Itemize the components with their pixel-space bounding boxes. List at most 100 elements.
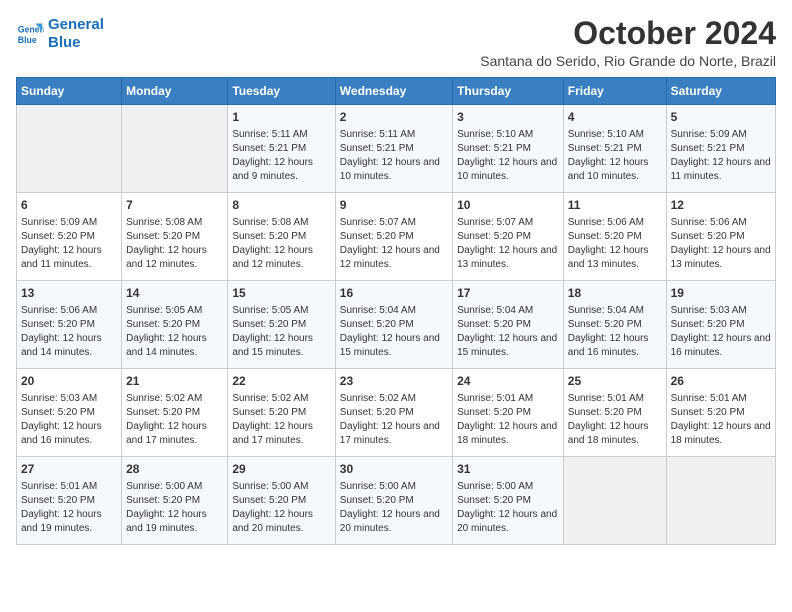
- daylight: Daylight: 12 hours and 12 minutes.: [340, 245, 440, 270]
- calendar-cell: 31 Sunrise: 5:00 AM Sunset: 5:20 PM Dayl…: [453, 457, 564, 545]
- sunrise: Sunrise: 5:02 AM: [340, 393, 416, 404]
- day-number: 30: [340, 461, 448, 478]
- sunset: Sunset: 5:20 PM: [232, 495, 306, 506]
- sunrise: Sunrise: 5:03 AM: [21, 393, 97, 404]
- sunset: Sunset: 5:20 PM: [671, 319, 745, 330]
- header-saturday: Saturday: [666, 78, 775, 105]
- calendar-cell: 12 Sunrise: 5:06 AM Sunset: 5:20 PM Dayl…: [666, 193, 775, 281]
- calendar-cell: [666, 457, 775, 545]
- sunset: Sunset: 5:21 PM: [457, 143, 531, 154]
- sunrise: Sunrise: 5:00 AM: [340, 481, 416, 492]
- sunrise: Sunrise: 5:11 AM: [232, 129, 307, 140]
- calendar-cell: 17 Sunrise: 5:04 AM Sunset: 5:20 PM Dayl…: [453, 281, 564, 369]
- sunrise: Sunrise: 5:00 AM: [126, 481, 202, 492]
- calendar-cell: 24 Sunrise: 5:01 AM Sunset: 5:20 PM Dayl…: [453, 369, 564, 457]
- sunset: Sunset: 5:20 PM: [671, 407, 745, 418]
- day-number: 19: [671, 285, 771, 302]
- calendar-cell: 21 Sunrise: 5:02 AM Sunset: 5:20 PM Dayl…: [122, 369, 228, 457]
- day-number: 16: [340, 285, 448, 302]
- calendar-cell: 13 Sunrise: 5:06 AM Sunset: 5:20 PM Dayl…: [17, 281, 122, 369]
- day-number: 31: [457, 461, 559, 478]
- calendar-cell: 9 Sunrise: 5:07 AM Sunset: 5:20 PM Dayli…: [335, 193, 452, 281]
- sunset: Sunset: 5:20 PM: [232, 319, 306, 330]
- calendar-cell: 18 Sunrise: 5:04 AM Sunset: 5:20 PM Dayl…: [563, 281, 666, 369]
- week-row-2: 6 Sunrise: 5:09 AM Sunset: 5:20 PM Dayli…: [17, 193, 776, 281]
- weekday-header-row: SundayMondayTuesdayWednesdayThursdayFrid…: [17, 78, 776, 105]
- sunset: Sunset: 5:20 PM: [457, 319, 531, 330]
- calendar-cell: 7 Sunrise: 5:08 AM Sunset: 5:20 PM Dayli…: [122, 193, 228, 281]
- calendar-cell: 20 Sunrise: 5:03 AM Sunset: 5:20 PM Dayl…: [17, 369, 122, 457]
- sunrise: Sunrise: 5:05 AM: [232, 305, 308, 316]
- header-friday: Friday: [563, 78, 666, 105]
- header-thursday: Thursday: [453, 78, 564, 105]
- sunrise: Sunrise: 5:01 AM: [671, 393, 747, 404]
- sunrise: Sunrise: 5:02 AM: [232, 393, 308, 404]
- sunset: Sunset: 5:20 PM: [568, 231, 642, 242]
- daylight: Daylight: 12 hours and 18 minutes.: [568, 421, 649, 446]
- day-number: 26: [671, 373, 771, 390]
- sunrise: Sunrise: 5:04 AM: [457, 305, 533, 316]
- daylight: Daylight: 12 hours and 13 minutes.: [457, 245, 557, 270]
- day-number: 9: [340, 197, 448, 214]
- daylight: Daylight: 12 hours and 12 minutes.: [126, 245, 207, 270]
- sunset: Sunset: 5:20 PM: [232, 231, 306, 242]
- day-number: 14: [126, 285, 223, 302]
- day-number: 13: [21, 285, 117, 302]
- week-row-1: 1 Sunrise: 5:11 AM Sunset: 5:21 PM Dayli…: [17, 105, 776, 193]
- sunrise: Sunrise: 5:08 AM: [126, 217, 202, 228]
- sunset: Sunset: 5:20 PM: [568, 407, 642, 418]
- sunrise: Sunrise: 5:09 AM: [671, 129, 747, 140]
- sunrise: Sunrise: 5:01 AM: [457, 393, 533, 404]
- daylight: Daylight: 12 hours and 18 minutes.: [671, 421, 771, 446]
- day-number: 11: [568, 197, 662, 214]
- sunrise: Sunrise: 5:07 AM: [457, 217, 533, 228]
- daylight: Daylight: 12 hours and 16 minutes.: [671, 333, 771, 358]
- header-wednesday: Wednesday: [335, 78, 452, 105]
- sunset: Sunset: 5:21 PM: [340, 143, 414, 154]
- daylight: Daylight: 12 hours and 20 minutes.: [340, 509, 440, 534]
- calendar-cell: 4 Sunrise: 5:10 AM Sunset: 5:21 PM Dayli…: [563, 105, 666, 193]
- sunset: Sunset: 5:20 PM: [340, 407, 414, 418]
- sunrise: Sunrise: 5:05 AM: [126, 305, 202, 316]
- sunrise: Sunrise: 5:00 AM: [232, 481, 308, 492]
- sunset: Sunset: 5:20 PM: [126, 231, 200, 242]
- main-title: October 2024: [480, 16, 776, 51]
- day-number: 6: [21, 197, 117, 214]
- logo-icon: General Blue: [16, 20, 44, 48]
- sunset: Sunset: 5:21 PM: [671, 143, 745, 154]
- sunset: Sunset: 5:20 PM: [21, 495, 95, 506]
- calendar-cell: 22 Sunrise: 5:02 AM Sunset: 5:20 PM Dayl…: [228, 369, 335, 457]
- day-number: 15: [232, 285, 330, 302]
- calendar-cell: 8 Sunrise: 5:08 AM Sunset: 5:20 PM Dayli…: [228, 193, 335, 281]
- logo-text: General Blue: [48, 16, 104, 52]
- day-number: 20: [21, 373, 117, 390]
- daylight: Daylight: 12 hours and 17 minutes.: [232, 421, 313, 446]
- sunrise: Sunrise: 5:06 AM: [21, 305, 97, 316]
- daylight: Daylight: 12 hours and 17 minutes.: [340, 421, 440, 446]
- calendar-cell: [563, 457, 666, 545]
- daylight: Daylight: 12 hours and 15 minutes.: [232, 333, 313, 358]
- calendar-cell: 23 Sunrise: 5:02 AM Sunset: 5:20 PM Dayl…: [335, 369, 452, 457]
- sunrise: Sunrise: 5:11 AM: [340, 129, 415, 140]
- sunrise: Sunrise: 5:06 AM: [671, 217, 747, 228]
- daylight: Daylight: 12 hours and 10 minutes.: [340, 157, 440, 182]
- sunset: Sunset: 5:20 PM: [671, 231, 745, 242]
- header-sunday: Sunday: [17, 78, 122, 105]
- sunrise: Sunrise: 5:07 AM: [340, 217, 416, 228]
- day-number: 17: [457, 285, 559, 302]
- day-number: 25: [568, 373, 662, 390]
- sunset: Sunset: 5:20 PM: [340, 231, 414, 242]
- sunrise: Sunrise: 5:03 AM: [671, 305, 747, 316]
- daylight: Daylight: 12 hours and 20 minutes.: [457, 509, 557, 534]
- week-row-3: 13 Sunrise: 5:06 AM Sunset: 5:20 PM Dayl…: [17, 281, 776, 369]
- sunrise: Sunrise: 5:08 AM: [232, 217, 308, 228]
- daylight: Daylight: 12 hours and 13 minutes.: [568, 245, 649, 270]
- daylight: Daylight: 12 hours and 11 minutes.: [671, 157, 771, 182]
- week-row-4: 20 Sunrise: 5:03 AM Sunset: 5:20 PM Dayl…: [17, 369, 776, 457]
- calendar-cell: 16 Sunrise: 5:04 AM Sunset: 5:20 PM Dayl…: [335, 281, 452, 369]
- day-number: 4: [568, 109, 662, 126]
- calendar-cell: 30 Sunrise: 5:00 AM Sunset: 5:20 PM Dayl…: [335, 457, 452, 545]
- sunset: Sunset: 5:21 PM: [568, 143, 642, 154]
- title-block: October 2024 Santana do Serido, Rio Gran…: [480, 16, 776, 69]
- calendar-cell: 2 Sunrise: 5:11 AM Sunset: 5:21 PM Dayli…: [335, 105, 452, 193]
